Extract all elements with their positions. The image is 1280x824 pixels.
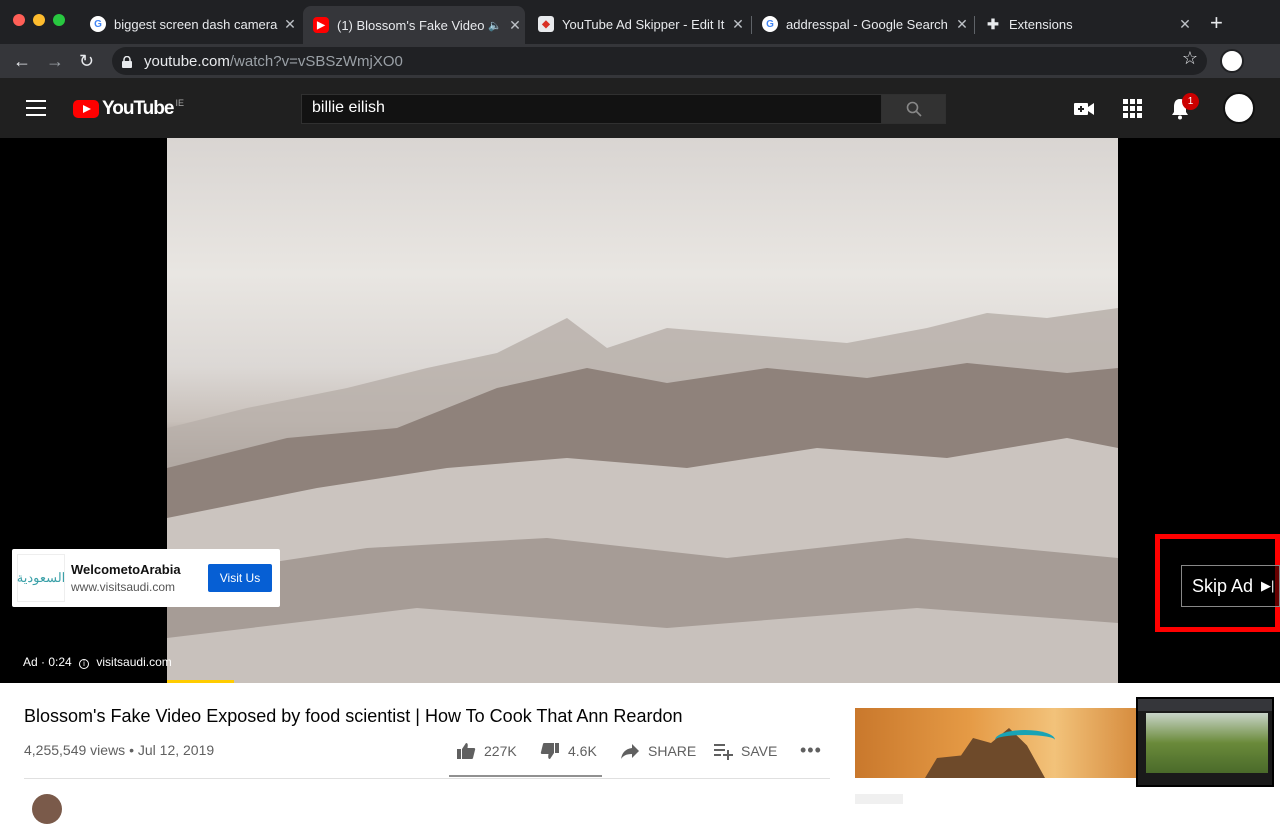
apps-grid-icon[interactable] [1122,98,1144,120]
skip-ad-label: Skip Ad [1192,575,1254,596]
sidebar-placeholder [855,794,903,804]
ad-overlay-card[interactable]: السعودية WelcometoArabia www.visitsaudi.… [12,549,280,607]
save-label: SAVE [741,743,778,759]
address-bar[interactable]: youtube.com/watch?v=vSBSzWmjXO0 [112,47,1207,75]
thumbnail-toolbar [1138,699,1272,711]
create-video-icon[interactable] [1073,98,1095,120]
notification-badge: 1 [1182,93,1199,110]
forward-arrow-icon[interactable]: → [46,50,64,72]
tab-title: (1) Blossom's Fake Video [337,17,485,33]
close-tab-icon[interactable]: ✕ [280,16,300,33]
youtube-icon: ▶ [313,17,329,33]
speaker-icon[interactable]: 🔈 [485,19,505,32]
reload-icon[interactable]: ↻ [79,50,94,72]
ad-title[interactable]: WelcometoArabia [71,562,208,577]
browser-tab-2[interactable]: ▶ (1) Blossom's Fake Video 🔈 ✕ [303,6,525,44]
close-tab-icon[interactable]: ✕ [728,16,748,33]
tab-title: addresspal - Google Search [786,16,948,32]
search-input[interactable]: billie eilish [301,94,882,124]
minimize-window-button[interactable] [33,14,45,26]
back-arrow-icon[interactable]: ← [13,50,31,72]
ad-info-bar: Ad · 0:24 i visitsaudi.com [23,655,172,669]
upload-date: Jul 12, 2019 [137,742,215,758]
share-label: SHARE [648,743,697,759]
channel-avatar[interactable] [32,794,62,824]
browser-tab-4[interactable]: G addresspal - Google Search ✕ [752,8,972,40]
puzzle-icon: ✚ [987,15,999,32]
brand-swoosh [995,730,1055,750]
video-meta: 4,255,549 views • Jul 12, 2019 [24,742,215,758]
tab-title: Extensions [1009,16,1073,32]
close-tab-icon[interactable]: ✕ [1175,16,1195,33]
visit-us-button[interactable]: Visit Us [208,564,272,592]
advertiser-logo: السعودية [17,554,65,602]
add-to-playlist-icon [714,744,733,760]
search-icon [906,101,922,117]
maximize-window-button[interactable] [53,14,65,26]
share-button[interactable]: SHARE [620,742,696,760]
browser-tab-bar: G biggest screen dash camera ✕ ▶ (1) Blo… [0,0,1280,44]
youtube-play-icon [73,100,99,118]
google-icon: G [762,16,778,32]
like-count: 227K [484,743,517,759]
country-code: IE [175,98,184,108]
skip-next-icon: ▶| [1261,578,1275,593]
browser-profile-avatar[interactable] [1220,49,1244,73]
close-window-button[interactable] [13,14,25,26]
mountain-landscape-image [167,308,1118,683]
thumbs-down-icon [540,743,559,759]
menu-icon[interactable] [26,100,46,116]
save-button[interactable]: SAVE [713,742,777,760]
more-actions-icon[interactable]: ••• [800,740,822,761]
dislike-button[interactable]: 4.6K [540,742,597,760]
browser-tab-3[interactable]: ◆ YouTube Ad Skipper - Edit It ✕ [528,8,748,40]
sentiment-bar [449,775,602,777]
screen-recording-thumbnail[interactable] [1136,697,1274,787]
video-frame[interactable] [167,138,1118,683]
youtube-logo-text: YouTube [102,98,174,119]
share-arrow-icon [621,744,639,759]
thumbs-up-icon [457,743,476,759]
ad-url[interactable]: www.visitsaudi.com [71,580,208,594]
lock-icon [122,55,132,68]
ad-progress-bar[interactable] [167,680,234,683]
search-button[interactable] [881,94,946,124]
companion-ad-banner[interactable] [855,708,1140,778]
view-count: 4,255,549 views [24,742,126,758]
divider [24,778,830,779]
ad-info-url[interactable]: visitsaudi.com [96,655,171,669]
browser-tab-1[interactable]: G biggest screen dash camera ✕ [80,8,300,40]
ad-time-label: Ad · 0:24 [23,655,72,669]
info-icon[interactable]: i [79,659,90,669]
dislike-count: 4.6K [568,743,597,759]
extension-store-icon: ◆ [538,16,554,32]
browser-tab-5[interactable]: ✚ Extensions ✕ [975,8,1195,40]
new-tab-button[interactable]: + [1210,12,1223,34]
thumbnail-preview [1146,713,1268,773]
user-avatar[interactable] [1223,92,1255,124]
video-title: Blossom's Fake Video Exposed by food sci… [24,706,683,726]
bookmark-star-icon[interactable]: ☆ [1182,48,1198,69]
tab-title: biggest screen dash camera [114,16,278,32]
youtube-logo[interactable]: YouTube IE [73,98,184,120]
close-tab-icon[interactable]: ✕ [505,17,525,34]
tab-title: YouTube Ad Skipper - Edit It [562,16,725,32]
url-text: youtube.com/watch?v=vSBSzWmjXO0 [144,52,403,70]
close-tab-icon[interactable]: ✕ [952,16,972,33]
skip-ad-button[interactable]: Skip Ad ▶| [1181,565,1280,607]
like-button[interactable]: 227K [456,742,517,760]
google-icon: G [90,16,106,32]
youtube-header: YouTube IE billie eilish [0,78,1280,138]
browser-toolbar: ← → ↻ youtube.com/watch?v=vSBSzWmjXO0 ☆ [0,44,1280,78]
